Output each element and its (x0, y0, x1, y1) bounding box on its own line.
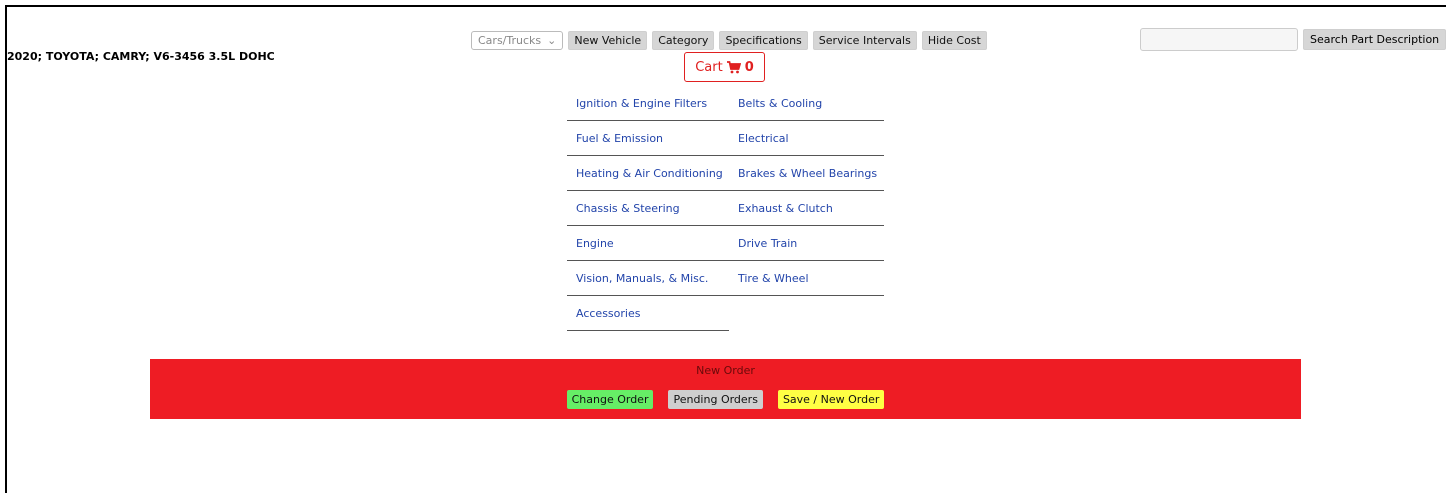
category-link[interactable]: Brakes & Wheel Bearings (729, 156, 884, 191)
category-button[interactable]: Category (652, 31, 715, 50)
cart-count: 0 (744, 59, 754, 75)
pending-orders-button[interactable]: Pending Orders (668, 390, 763, 409)
category-link[interactable]: Drive Train (729, 226, 884, 261)
save-new-order-button[interactable]: Save / New Order (777, 390, 885, 409)
vehicle-type-value: Cars/Trucks (478, 34, 542, 47)
category-link[interactable]: Engine (567, 226, 729, 261)
order-buttons: Change Order Pending Orders Save / New O… (150, 390, 1301, 409)
category-link[interactable]: Electrical (729, 121, 884, 156)
category-link[interactable]: Ignition & Engine Filters (567, 86, 729, 121)
category-link[interactable]: Fuel & Emission (567, 121, 729, 156)
category-grid: Ignition & Engine Filters Belts & Coolin… (567, 86, 884, 331)
order-panel: New Order Change Order Pending Orders Sa… (150, 359, 1301, 419)
search-input[interactable] (1140, 28, 1298, 51)
service-intervals-button[interactable]: Service Intervals (812, 31, 917, 50)
hide-cost-button[interactable]: Hide Cost (921, 31, 987, 50)
cart-button[interactable]: Cart 0 (684, 52, 765, 82)
category-link[interactable]: Accessories (567, 296, 729, 331)
category-link[interactable]: Heating & Air Conditioning (567, 156, 729, 191)
category-link[interactable]: Chassis & Steering (567, 191, 729, 226)
order-title: New Order (696, 364, 755, 377)
category-link[interactable]: Vision, Manuals, & Misc. (567, 261, 729, 296)
search-part-button[interactable]: Search Part Description (1303, 29, 1447, 50)
specifications-button[interactable]: Specifications (719, 31, 808, 50)
vehicle-description: 2020; TOYOTA; CAMRY; V6-3456 3.5L DOHC (7, 50, 275, 63)
cart-label: Cart (695, 59, 723, 75)
change-order-button[interactable]: Change Order (566, 390, 654, 409)
new-vehicle-button[interactable]: New Vehicle (568, 31, 648, 50)
category-link[interactable]: Exhaust & Clutch (729, 191, 884, 226)
category-link[interactable]: Tire & Wheel (729, 261, 884, 296)
chevron-down-icon: ⌄ (547, 34, 557, 47)
vehicle-type-select[interactable]: Cars/Trucks ⌄ (471, 31, 564, 50)
toolbar: Cars/Trucks ⌄ New Vehicle Category Speci… (471, 31, 987, 50)
category-link[interactable]: Belts & Cooling (729, 86, 884, 121)
cart-icon (726, 60, 741, 73)
